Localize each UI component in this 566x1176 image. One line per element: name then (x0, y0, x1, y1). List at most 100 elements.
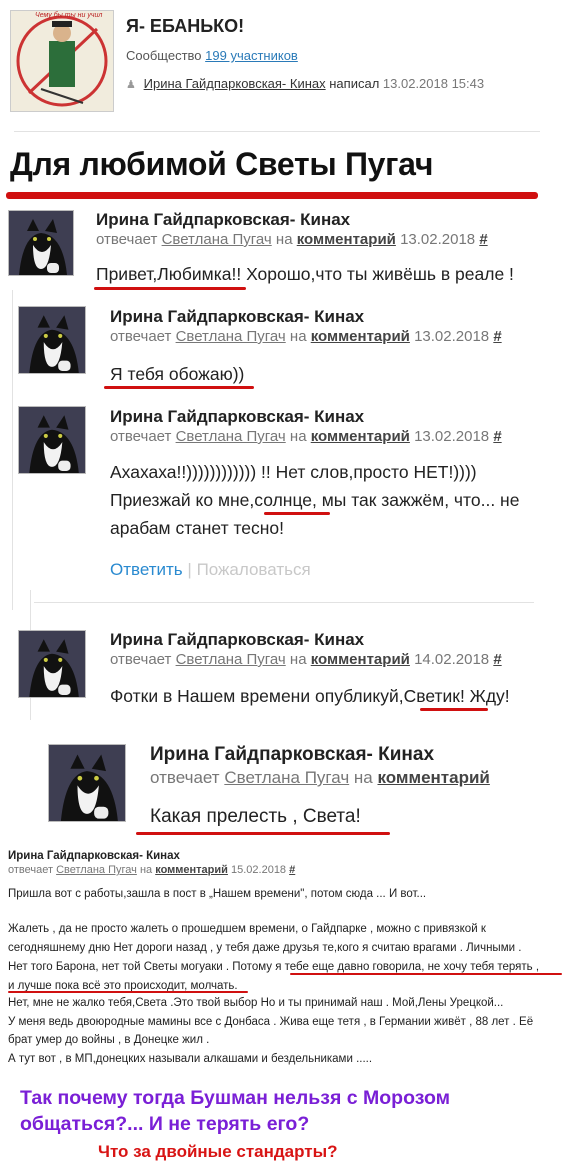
comment-text: Какая прелесть , Света! (150, 806, 361, 827)
wrote-label: написал (329, 76, 380, 91)
members-prefix: Сообщество (126, 48, 202, 63)
comment-meta: отвечает Светлана Пугач на комментарий 1… (96, 231, 488, 248)
small-post-line: Жалеть , да не просто жалеть о прошедшем… (8, 923, 486, 935)
avatar[interactable] (18, 406, 86, 474)
comment-meta: отвечает Светлана Пугач на комментарий (150, 768, 490, 788)
avatar[interactable] (48, 744, 126, 822)
on-label: на (353, 768, 373, 787)
permalink-hash[interactable]: # (493, 428, 501, 445)
comment-text-span: Приезжай ко мне,солнце, мы так зажжём, ч… (110, 490, 520, 510)
comment-date: 14.02.2018 (414, 651, 490, 668)
comment-link[interactable]: комментарий (311, 328, 410, 345)
cat-avatar-icon (49, 745, 125, 821)
text-underline (8, 991, 248, 993)
comment-text-line: арабам станет тесно! (110, 518, 285, 538)
small-post-author[interactable]: Ирина Гайдпарковская- Кинах (8, 850, 180, 862)
permalink-hash[interactable]: # (493, 328, 501, 345)
comment-text-line: Приезжай ко мне,солнце, мы так зажжём, ч… (110, 490, 538, 511)
replies-label: отвечает (110, 328, 172, 345)
comment-author[interactable]: Ирина Гайдпарковская- Кинах (110, 407, 364, 427)
action-separator: | (187, 560, 192, 579)
reply-to-link[interactable]: Светлана Пугач (224, 768, 349, 787)
small-post-line: брат умер до войны , в Донецке жил . (8, 1034, 210, 1046)
cat-avatar-icon (19, 407, 85, 473)
post-headline: Для любимой Светы Пугач (10, 146, 434, 182)
avatar[interactable] (8, 210, 74, 276)
post-author-line: ♟ Ирина Гайдпарковская- Кинах написал 13… (126, 76, 484, 91)
comment-link[interactable]: комментарий (311, 428, 410, 445)
comment-text: Я тебя обожаю)) (110, 364, 245, 384)
comment-link[interactable]: комментарий (155, 864, 228, 876)
replies-label: отвечает (110, 428, 172, 445)
comment-date: 13.02.2018 (414, 428, 490, 445)
post-author-link[interactable]: Ирина Гайдпарковская- Кинах (144, 76, 326, 91)
community-members: Сообщество 199 участников (126, 48, 298, 63)
text-underline (290, 973, 562, 975)
text-underline (420, 708, 488, 711)
small-post-line: сегодняшнему дню Нет дороги назад , у те… (8, 942, 522, 954)
avatar[interactable] (18, 630, 86, 698)
comment-meta: отвечает Светлана Пугач на комментарий 1… (110, 428, 502, 445)
thread-divider (34, 602, 534, 603)
members-link[interactable]: 199 участников (205, 48, 298, 63)
small-post-intro: Пришла вот с работы,зашла в пост в „Наше… (8, 888, 427, 900)
comment-actions: Ответить | Пожаловаться (110, 560, 311, 580)
comment-author[interactable]: Ирина Гайдпарковская- Кинах (150, 744, 434, 766)
reply-to-link[interactable]: Светлана Пугач (176, 328, 286, 345)
on-label: на (275, 231, 293, 248)
comment-date: 13.02.2018 (414, 328, 490, 345)
comment-link[interactable]: комментарий (297, 231, 396, 248)
community-title[interactable]: Я- ЕБАНЬКО! (126, 16, 244, 37)
text-underline (136, 832, 390, 835)
text-underline (104, 386, 254, 389)
header-divider (14, 131, 540, 132)
replies-label: отвечает (110, 651, 172, 668)
report-button[interactable]: Пожаловаться (197, 560, 311, 579)
on-label: на (289, 428, 307, 445)
reply-to-link[interactable]: Светлана Пугач (56, 864, 137, 876)
caption-question: Что за двойные стандарты? (98, 1142, 338, 1161)
headline-underline (6, 192, 538, 199)
text-underline (264, 512, 330, 515)
comment-meta: отвечает Светлана Пугач на комментарий 1… (110, 651, 502, 668)
reply-to-link[interactable]: Светлана Пугач (176, 651, 286, 668)
permalink-hash[interactable]: # (289, 864, 295, 876)
on-label: на (289, 651, 307, 668)
permalink-hash[interactable]: # (493, 651, 501, 668)
cat-avatar-icon (19, 631, 85, 697)
comment-text-line: Ахахаха!!)))))))))))) !! Нет слов,просто… (110, 462, 477, 482)
cat-avatar-icon (19, 307, 85, 373)
comment-text: Фотки в Нашем времени опубликуй,Светик! … (110, 686, 510, 706)
community-logo[interactable]: Чему бы ты ни учил (10, 10, 114, 112)
reply-to-link[interactable]: Светлана Пугач (176, 428, 286, 445)
logo-caption: Чему бы ты ни учил (35, 12, 103, 19)
reply-button[interactable]: Ответить (110, 560, 183, 579)
logo-image (11, 11, 113, 111)
user-icon: ♟ (126, 79, 136, 91)
comment-author[interactable]: Ирина Гайдпарковская- Кинах (96, 210, 350, 230)
comment-author[interactable]: Ирина Гайдпарковская- Кинах (110, 307, 364, 327)
comment-date: 13.02.2018 (400, 231, 476, 248)
replies-label: отвечает (96, 231, 158, 248)
comment-link[interactable]: комментарий (311, 651, 410, 668)
comment-author[interactable]: Ирина Гайдпарковская- Кинах (110, 630, 364, 650)
small-post-line: У меня ведь двоюродные мамины все с Донб… (8, 1016, 534, 1028)
permalink-hash[interactable]: # (479, 231, 487, 248)
replies-label: отвечает (8, 864, 54, 876)
avatar[interactable] (18, 306, 86, 374)
thread-line (12, 290, 13, 610)
caption-line: Так почему тогда Бушман нельзя с Морозом (20, 1087, 451, 1109)
caption-line: общаться?... И не терять его? (20, 1113, 310, 1135)
text-underline (94, 287, 246, 290)
reply-to-link[interactable]: Светлана Пугач (162, 231, 272, 248)
cat-avatar-icon (9, 211, 73, 275)
on-label: на (139, 864, 153, 876)
post-date: 13.02.2018 15:43 (382, 76, 485, 91)
comment-date: 15.02.2018 (231, 864, 287, 876)
comment-link[interactable]: комментарий (377, 768, 489, 787)
replies-label: отвечает (150, 768, 220, 787)
on-label: на (289, 328, 307, 345)
comment-meta: отвечает Светлана Пугач на комментарий 1… (110, 328, 502, 345)
small-post-meta: отвечает Светлана Пугач на комментарий 1… (8, 864, 295, 876)
comment-text: Привет,Любимка!! Хорошо,что ты живёшь в … (96, 264, 514, 284)
